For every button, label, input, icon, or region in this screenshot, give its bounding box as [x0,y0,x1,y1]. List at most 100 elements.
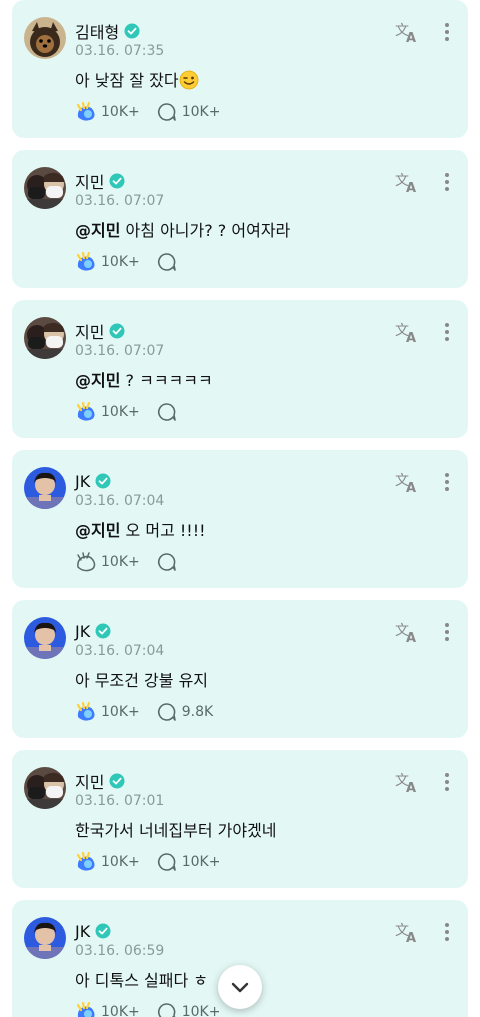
translate-icon[interactable]: 文A [394,920,420,944]
post-body: @지민 오 머고 !!!! [75,517,206,541]
comment-icon [157,403,176,421]
comment-button[interactable] [156,251,178,273]
comment-count: 10K+ [181,1004,221,1017]
post-actions: 10K+ 10K+ [75,100,236,124]
mention-link[interactable]: @지민 [75,371,120,390]
post-card[interactable]: 지민 03.16. 07:07 @지민 ? ㅋㅋㅋㅋㅋ 10K+ 文 A [12,300,468,438]
more-options-icon[interactable] [437,320,457,344]
svg-text:A: A [406,481,416,494]
verified-badge-icon [109,173,125,189]
author-name[interactable]: JK [75,622,90,641]
comment-button[interactable] [156,551,178,573]
post-actions: 10K+ [75,550,194,574]
comment-count: 9.8K [181,704,214,720]
comment-button[interactable]: 9.8K [156,701,213,723]
like-count: 10K+ [101,254,140,270]
translate-icon[interactable]: 文A [394,320,420,344]
post-text: ? ㅋㅋㅋㅋㅋ [120,371,213,390]
author-name[interactable]: JK [75,472,90,491]
post-body: @지민 아침 아니가? ? 어여자라 [75,217,290,241]
mention-link[interactable]: @지민 [75,221,120,240]
avatar[interactable] [24,167,66,209]
like-button[interactable]: 10K+ [75,251,140,273]
svg-text:A: A [406,331,416,344]
avatar[interactable] [24,617,66,659]
svg-text:A: A [406,931,416,944]
more-options-icon[interactable] [437,620,457,644]
post-timestamp: 03.16. 07:07 [75,343,165,359]
author-name[interactable]: 김태형 [75,19,119,43]
post-text: 오 머고 !!!! [120,521,206,540]
post-timestamp: 03.16. 06:59 [75,943,165,959]
like-button[interactable]: 10K+ [75,551,140,573]
like-icon [76,401,95,421]
wink-emoji-icon [179,70,198,90]
translate-icon[interactable]: 文A [394,770,420,794]
more-options-icon[interactable] [437,170,457,194]
verified-badge-icon [95,923,111,939]
post-timestamp: 03.16. 07:35 [75,43,165,59]
like-icon [76,101,95,121]
comment-icon [157,853,176,871]
author-name[interactable]: 지민 [75,769,104,793]
verified-badge-icon [124,23,140,39]
avatar[interactable] [24,467,66,509]
comment-icon [157,103,176,121]
like-count: 10K+ [101,554,140,570]
like-icon [76,851,95,871]
more-options-icon[interactable] [437,920,457,944]
post-body: 아 디톡스 실패다 ㅎ [75,967,208,991]
comment-icon [157,1003,176,1017]
avatar[interactable] [24,767,66,809]
comment-button[interactable] [156,401,178,423]
more-options-icon[interactable] [437,20,457,44]
like-icon [76,251,95,271]
post-body: 아 낮잠 잘 잤다 [75,67,199,91]
mention-link[interactable]: @지민 [75,521,120,540]
avatar[interactable] [24,317,66,359]
translate-icon[interactable]: 文A [394,620,420,644]
translate-icon[interactable]: 文A [394,20,420,44]
svg-text:A: A [406,631,416,644]
post-body: 한국가서 너네집부터 가야겠네 [75,817,277,841]
post-card[interactable]: 지민 03.16. 07:07 @지민 아침 아니가? ? 어여자라 10K+ 文 A [12,150,468,288]
more-options-icon[interactable] [437,470,457,494]
comment-icon [157,553,176,571]
comment-button[interactable]: 10K+ [156,851,221,873]
post-actions: 10K+ 10K+ [75,1000,236,1017]
like-button[interactable]: 10K+ [75,401,140,423]
like-count: 10K+ [101,854,140,870]
verified-badge-icon [109,773,125,789]
post-body: @지민 ? ㅋㅋㅋㅋㅋ [75,367,213,391]
verified-badge-icon [95,473,111,489]
post-card[interactable]: JK 03.16. 07:04 아 무조건 강불 유지 10K+ 9.8K 文 A [12,600,468,738]
author-name[interactable]: 지민 [75,169,104,193]
comment-button[interactable]: 10K+ [156,1001,221,1017]
like-button[interactable]: 10K+ [75,101,140,123]
more-options-icon[interactable] [437,770,457,794]
author-name[interactable]: 지민 [75,319,104,343]
like-button[interactable]: 10K+ [75,701,140,723]
like-count: 10K+ [101,1004,140,1017]
post-card[interactable]: JK 03.16. 07:04 @지민 오 머고 !!!! 10K+ 文 A [12,450,468,588]
like-count: 10K+ [101,404,140,420]
post-text: 아 낮잠 잘 잤다 [75,71,179,90]
verified-badge-icon [109,323,125,339]
comment-count: 10K+ [181,854,221,870]
post-card[interactable]: 김태형 03.16. 07:35 아 낮잠 잘 잤다 10K+ 10K+ 文 A [12,0,468,138]
like-button[interactable]: 10K+ [75,1001,140,1017]
author-name[interactable]: JK [75,922,90,941]
avatar[interactable] [24,917,66,959]
avatar[interactable] [24,17,66,59]
comment-button[interactable]: 10K+ [156,101,220,123]
like-icon [76,1001,95,1017]
post-text: 아 디톡스 실패다 ㅎ [75,971,209,990]
post-card[interactable]: 지민 03.16. 07:01 한국가서 너네집부터 가야겠네 10K+ 10K+ 文 A [12,750,468,888]
translate-icon[interactable]: 文A [394,470,420,494]
post-actions: 10K+ [75,250,194,274]
like-icon [77,552,96,572]
translate-icon[interactable]: 文A [394,170,420,194]
scroll-down-button[interactable] [218,965,262,1009]
comment-icon [157,253,176,271]
like-button[interactable]: 10K+ [75,851,140,873]
